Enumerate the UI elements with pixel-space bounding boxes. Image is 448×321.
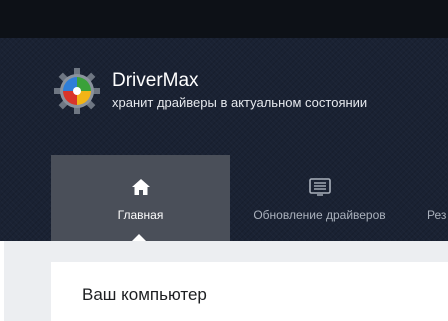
app-tagline: хранит драйверы в актуальном состоянии [112, 95, 368, 110]
tab-results[interactable]: Рез [409, 155, 448, 241]
tab-results-label: Рез [427, 208, 447, 222]
tab-driver-update-label: Обновление драйверов [253, 208, 386, 222]
active-tab-pointer [132, 234, 146, 241]
app-name: DriverMax [112, 70, 199, 91]
driver-update-icon [308, 178, 331, 196]
tab-home-label: Главная [117, 208, 164, 222]
window-top-band [0, 0, 448, 38]
home-icon [131, 179, 150, 195]
main-tabs: Главная Обновление драйверов Рез [0, 155, 448, 241]
card-title: Ваш компьютер [82, 285, 207, 304]
content-left-edge [0, 241, 4, 321]
drivermax-logo-icon [54, 68, 100, 114]
tab-driver-update[interactable]: Обновление драйверов [230, 155, 409, 241]
tab-home[interactable]: Главная [51, 155, 230, 241]
your-computer-card: Ваш компьютер [51, 262, 448, 321]
